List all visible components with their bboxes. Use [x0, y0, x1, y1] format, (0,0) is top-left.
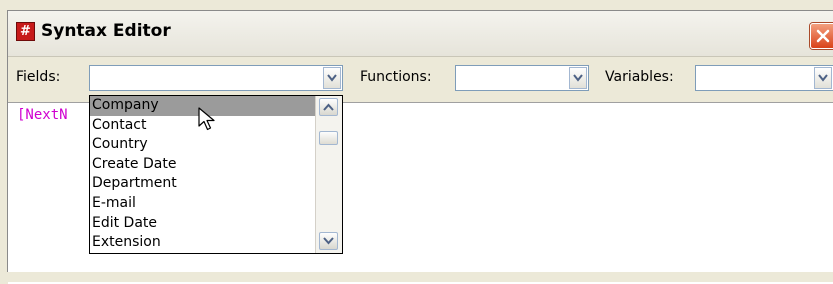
fields-option-email[interactable]: E-mail	[90, 194, 315, 214]
fields-combo-button[interactable]	[323, 67, 341, 89]
window-title: Syntax Editor	[41, 21, 171, 41]
chevron-up-icon	[323, 103, 334, 111]
functions-label: Functions:	[360, 69, 432, 85]
variables-label: Variables:	[605, 69, 674, 85]
scroll-up-button[interactable]	[319, 98, 338, 116]
fields-option-department[interactable]: Department	[90, 174, 315, 194]
fields-label: Fields:	[16, 69, 61, 85]
variables-combo-button[interactable]	[814, 67, 832, 89]
chevron-down-icon	[323, 237, 334, 245]
chevron-down-icon	[818, 74, 828, 82]
fields-option-create-date[interactable]: Create Date	[90, 155, 315, 175]
close-icon	[816, 29, 830, 43]
dropdown-scrollbar[interactable]	[315, 96, 342, 253]
code-text: [NextN	[17, 107, 68, 123]
variables-combo[interactable]	[695, 65, 833, 91]
title-bar[interactable]: # Syntax Editor	[8, 11, 833, 57]
chevron-down-icon	[573, 74, 583, 82]
chevron-down-icon	[327, 74, 337, 82]
scrollbar-thumb[interactable]	[319, 131, 338, 145]
close-button[interactable]	[810, 23, 833, 49]
fields-option-edit-date[interactable]: Edit Date	[90, 214, 315, 234]
fields-combo[interactable]	[89, 65, 343, 91]
mouse-cursor-icon	[198, 107, 215, 131]
functions-combo-button[interactable]	[569, 67, 587, 89]
functions-combo[interactable]	[455, 65, 589, 91]
fields-option-extension[interactable]: Extension	[90, 233, 315, 253]
window-bottom-edge	[7, 272, 833, 282]
fields-option-country[interactable]: Country	[90, 135, 315, 155]
app-icon: #	[16, 22, 35, 41]
scroll-down-button[interactable]	[319, 232, 338, 250]
